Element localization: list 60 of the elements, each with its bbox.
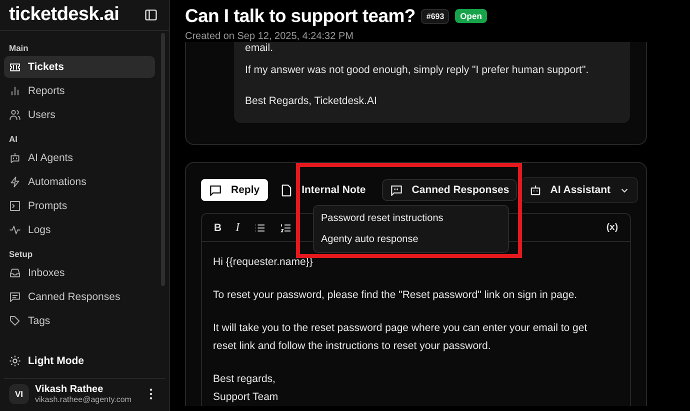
ai-assistant-button[interactable]: AI Assistant [521,177,638,203]
editor-text: Hi {{requester.name}} [213,255,314,270]
inbox-icon [9,267,21,279]
nav-item[interactable]: Reports [4,80,155,102]
more-icon[interactable] [149,388,153,400]
status-badge: Open [455,9,487,23]
nav-item[interactable]: Users [4,104,155,126]
user-name: Vikash Rathee [35,384,104,395]
nav-item[interactable]: Tags [4,310,155,332]
nav-item[interactable]: AI Agents [4,147,155,169]
nav-item[interactable]: Automations [4,171,155,193]
theme-toggle[interactable]: Light Mode [0,350,169,372]
menu-item[interactable]: Password reset instructions [314,208,508,229]
nav-item[interactable]: Tickets [4,56,155,78]
format-button[interactable]: B [214,222,222,234]
ticket-number: #693 [421,8,450,24]
format-button[interactable]: I [236,220,240,235]
message-icon [209,184,222,196]
message-text: If my answer was not good enough, simply reply "I prefer human support". [245,63,590,78]
sidebar-toggle-icon[interactable] [144,8,158,22]
user-email: vikash.rathee@agenty.com [35,395,132,404]
avatar: VI [9,384,29,404]
variable-button[interactable]: (x) [606,222,618,233]
editor-text: It will take you to the reset password page where you can enter your email to get [213,321,588,336]
section-label: Main [8,42,30,55]
created-date: Created on Sep 12, 2025, 4:24:32 PM [185,31,354,42]
tag-icon [9,315,21,327]
composer-tab[interactable]: Reply [201,179,268,201]
message-text: email. [245,42,274,55]
numbered-list-icon[interactable] [280,222,292,234]
users-icon [9,109,21,121]
editor-text: To reset your password, please find the "Reset password" link on sign in page. [213,288,578,303]
nav-item[interactable]: Inboxes [4,262,155,284]
ticket-icon [9,61,21,73]
menu-item[interactable]: Agenty auto response [314,229,508,250]
nav-item[interactable]: Prompts [4,195,155,217]
message-text: Best Regards, Ticketdesk.AI [245,94,378,109]
sun-icon [9,355,21,367]
ticket-title: Can I talk to support team? [185,5,416,27]
logo: ticketdesk.ai [9,4,120,26]
message-icon [390,184,403,196]
message-icon [9,291,21,303]
list-icon[interactable] [254,222,266,234]
editor-text: reset link and follow the instructions to reset your password. [213,339,492,354]
nav-item[interactable]: Logs [4,219,155,241]
editor-text: Support Team [213,390,280,405]
section-label: Setup [8,248,34,261]
editor-text: Best regards, [213,372,276,387]
bar-chart-icon [9,85,21,97]
zap-icon [9,176,21,188]
section-label: AI [8,133,18,146]
bot-icon [529,184,542,196]
nav-item[interactable]: Canned Responses [4,286,155,308]
file-icon [280,184,293,196]
composer-tab[interactable]: Internal Note [272,179,374,201]
canned-responses-button[interactable]: Canned Responses [382,179,518,201]
editor-box[interactable] [201,213,631,406]
activity-icon [9,224,21,236]
bot-icon [9,152,21,164]
terminal-icon [9,200,21,212]
